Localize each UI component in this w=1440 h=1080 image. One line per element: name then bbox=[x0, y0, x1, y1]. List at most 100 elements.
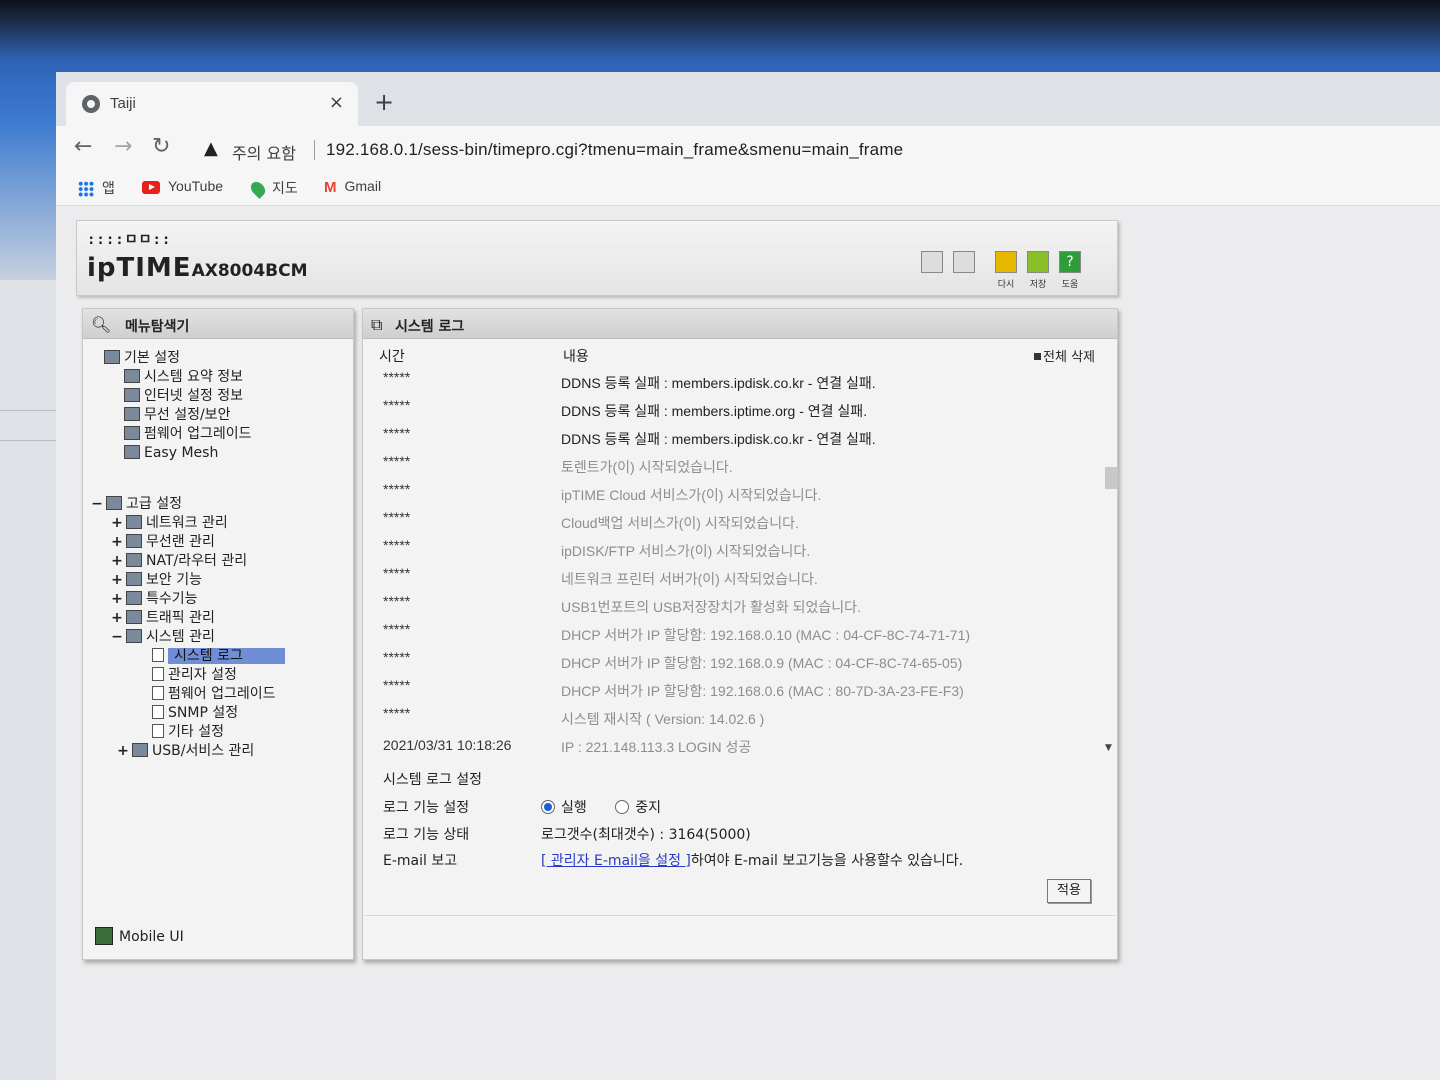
tree-item[interactable]: Easy Mesh bbox=[121, 444, 218, 462]
tab-close-button[interactable]: × bbox=[329, 92, 344, 113]
tree-label: NAT/라우터 관리 bbox=[146, 553, 248, 569]
expand-icon[interactable]: + bbox=[111, 552, 123, 570]
wireless-icon bbox=[124, 407, 140, 421]
tree-label: 기타 설정 bbox=[168, 724, 224, 740]
address-bar[interactable]: ▲ 주의 요함 192.168.0.1/sess-bin/timepro.cgi… bbox=[196, 132, 1420, 166]
run-option[interactable]: 실행 bbox=[541, 800, 587, 816]
tree-label: 인터넷 설정 정보 bbox=[144, 388, 244, 404]
bookmark-gmail[interactable]: M Gmail bbox=[324, 178, 381, 196]
log-function-row: 로그 기능 설정 실행 중지 bbox=[383, 797, 1083, 821]
log-time: 2021/03/31 10:18:26 bbox=[383, 737, 512, 753]
tree-advanced-settings[interactable]: − 고급 설정 bbox=[91, 495, 182, 513]
tree-item[interactable]: + 특수기능 bbox=[111, 590, 198, 608]
windows-icon: ⧉ bbox=[371, 315, 383, 334]
back-arrow-icon[interactable]: ← bbox=[74, 134, 92, 159]
scroll-thumb[interactable] bbox=[1105, 467, 1117, 489]
tree-item[interactable]: 기타 설정 bbox=[149, 723, 224, 741]
log-row: ***** DHCP 서버가 IP 할당함: 192.168.0.6 (MAC :… bbox=[371, 677, 1101, 705]
tree-item[interactable]: 무선 설정/보안 bbox=[121, 406, 230, 424]
settings-title: 시스템 로그 설정 bbox=[383, 772, 483, 788]
tree-item-system-log[interactable]: 시스템 로그 bbox=[149, 647, 285, 665]
scroll-down-icon[interactable]: ▼ bbox=[1105, 743, 1112, 753]
tree-item[interactable]: 펌웨어 업그레이드 bbox=[121, 425, 252, 443]
collapse-icon[interactable]: − bbox=[111, 628, 123, 646]
expand-icon[interactable]: + bbox=[111, 533, 123, 551]
tree-basic-settings[interactable]: 기본 설정 bbox=[101, 349, 180, 367]
tree-item[interactable]: + NAT/라우터 관리 bbox=[111, 552, 247, 570]
log-time: ***** bbox=[383, 425, 411, 441]
tree-item[interactable]: + 무선랜 관리 bbox=[111, 533, 215, 551]
firmware-icon bbox=[124, 426, 140, 440]
admin-email-link[interactable]: [ 관리자 E-mail을 설정 ] bbox=[541, 853, 691, 869]
logout-icon[interactable] bbox=[953, 251, 975, 273]
log-message: Cloud백업 서비스가(이) 시작되었습니다. bbox=[561, 515, 799, 531]
delete-all-button[interactable]: 전체 삭제 bbox=[1034, 346, 1095, 365]
forward-arrow-icon[interactable]: → bbox=[114, 134, 132, 159]
router-logo: ipTIMEAX8004BCM bbox=[87, 253, 308, 283]
tree-label: 무선 설정/보안 bbox=[144, 407, 231, 423]
tree-item[interactable]: + USB/서비스 관리 bbox=[117, 742, 254, 760]
tree-label: 기본 설정 bbox=[124, 350, 180, 366]
folder-icon bbox=[126, 515, 142, 529]
collapse-icon[interactable]: − bbox=[91, 495, 103, 513]
refresh-icon[interactable] bbox=[995, 251, 1017, 273]
log-message: 시스템 재시작 ( Version: 14.02.6 ) bbox=[561, 711, 765, 727]
help-icon[interactable]: ? bbox=[1059, 251, 1081, 273]
log-message: DDNS 등록 실패 : members.ipdisk.co.kr - 연결 실… bbox=[561, 431, 876, 447]
mobile-ui-label: Mobile UI bbox=[119, 929, 184, 945]
log-time: ***** bbox=[383, 509, 411, 525]
stop-option[interactable]: 중지 bbox=[615, 800, 661, 816]
tree-item[interactable]: SNMP 설정 bbox=[149, 704, 238, 722]
log-time: ***** bbox=[383, 537, 411, 553]
expand-icon[interactable]: + bbox=[111, 514, 123, 532]
expand-icon[interactable]: + bbox=[111, 609, 123, 627]
tree-label: 트래픽 관리 bbox=[146, 610, 215, 626]
log-time: ***** bbox=[383, 397, 411, 413]
tree-item[interactable]: 시스템 요약 정보 bbox=[121, 368, 243, 386]
tree-label: 보안 기능 bbox=[146, 572, 202, 588]
log-row: ***** Cloud백업 서비스가(이) 시작되었습니다. bbox=[371, 509, 1101, 537]
home-icon[interactable] bbox=[921, 251, 943, 273]
run-radio[interactable] bbox=[541, 800, 555, 814]
bookmark-apps[interactable]: 앱 bbox=[78, 178, 115, 198]
tree-item[interactable]: 펌웨어 업그레이드 bbox=[149, 685, 276, 703]
security-label[interactable]: 주의 요함 bbox=[232, 140, 296, 164]
url-text[interactable]: 192.168.0.1/sess-bin/timepro.cgi?tmenu=m… bbox=[326, 140, 903, 160]
tree-item[interactable]: + 보안 기능 bbox=[111, 571, 202, 589]
reload-icon[interactable]: ↻ bbox=[152, 134, 170, 159]
address-separator bbox=[314, 140, 315, 160]
mobile-ui-link[interactable]: Mobile UI bbox=[95, 927, 184, 945]
apply-button[interactable]: 적용 bbox=[1047, 879, 1091, 903]
divider bbox=[365, 915, 1115, 916]
router-header: ::::ㅁㅁ:: ipTIMEAX8004BCM 다시 저장 ? 도움 bbox=[76, 220, 1118, 296]
bookmark-label: YouTube bbox=[168, 178, 224, 194]
browser-tab[interactable]: Taiji × bbox=[66, 82, 358, 126]
tree-item[interactable]: 인터넷 설정 정보 bbox=[121, 387, 243, 405]
youtube-icon bbox=[142, 180, 160, 194]
bookmark-maps[interactable]: 지도 bbox=[248, 178, 298, 200]
tree-label: 네트워크 관리 bbox=[146, 515, 228, 531]
browser-toolbar: ← → ↻ ▲ 주의 요함 192.168.0.1/sess-bin/timep… bbox=[56, 126, 1440, 172]
tree-item[interactable]: + 트래픽 관리 bbox=[111, 609, 215, 627]
folder-icon bbox=[126, 534, 142, 548]
tree-label: 특수기능 bbox=[146, 591, 198, 607]
expand-icon[interactable]: + bbox=[117, 742, 129, 760]
new-tab-button[interactable]: + bbox=[374, 88, 394, 116]
expand-icon[interactable]: + bbox=[111, 571, 123, 589]
bookmark-youtube[interactable]: YouTube bbox=[142, 178, 223, 194]
tree-item[interactable]: + 네트워크 관리 bbox=[111, 514, 228, 532]
tree-item[interactable]: − 시스템 관리 bbox=[111, 628, 215, 646]
expand-icon[interactable]: + bbox=[111, 590, 123, 608]
tree-item[interactable]: 관리자 설정 bbox=[149, 666, 237, 684]
desktop-edge bbox=[0, 280, 60, 1080]
log-scrollbar[interactable]: ▼ bbox=[1103, 367, 1117, 757]
log-list[interactable]: ***** DDNS 등록 실패 : members.ipdisk.co.kr -… bbox=[371, 367, 1117, 761]
stop-radio[interactable] bbox=[615, 800, 630, 814]
page-icon bbox=[152, 686, 164, 700]
browser-window: Taiji × + ← → ↻ ▲ 주의 요함 192.168.0.1/sess… bbox=[56, 72, 1440, 1080]
tree-label: 고급 설정 bbox=[126, 496, 182, 512]
tab-strip: Taiji × + bbox=[56, 72, 1440, 126]
magnifier-icon: 🔍︎ bbox=[91, 315, 112, 334]
save-icon[interactable] bbox=[1027, 251, 1049, 273]
email-report-note: 하여야 E-mail 보고기능을 사용할수 있습니다. bbox=[690, 853, 964, 869]
